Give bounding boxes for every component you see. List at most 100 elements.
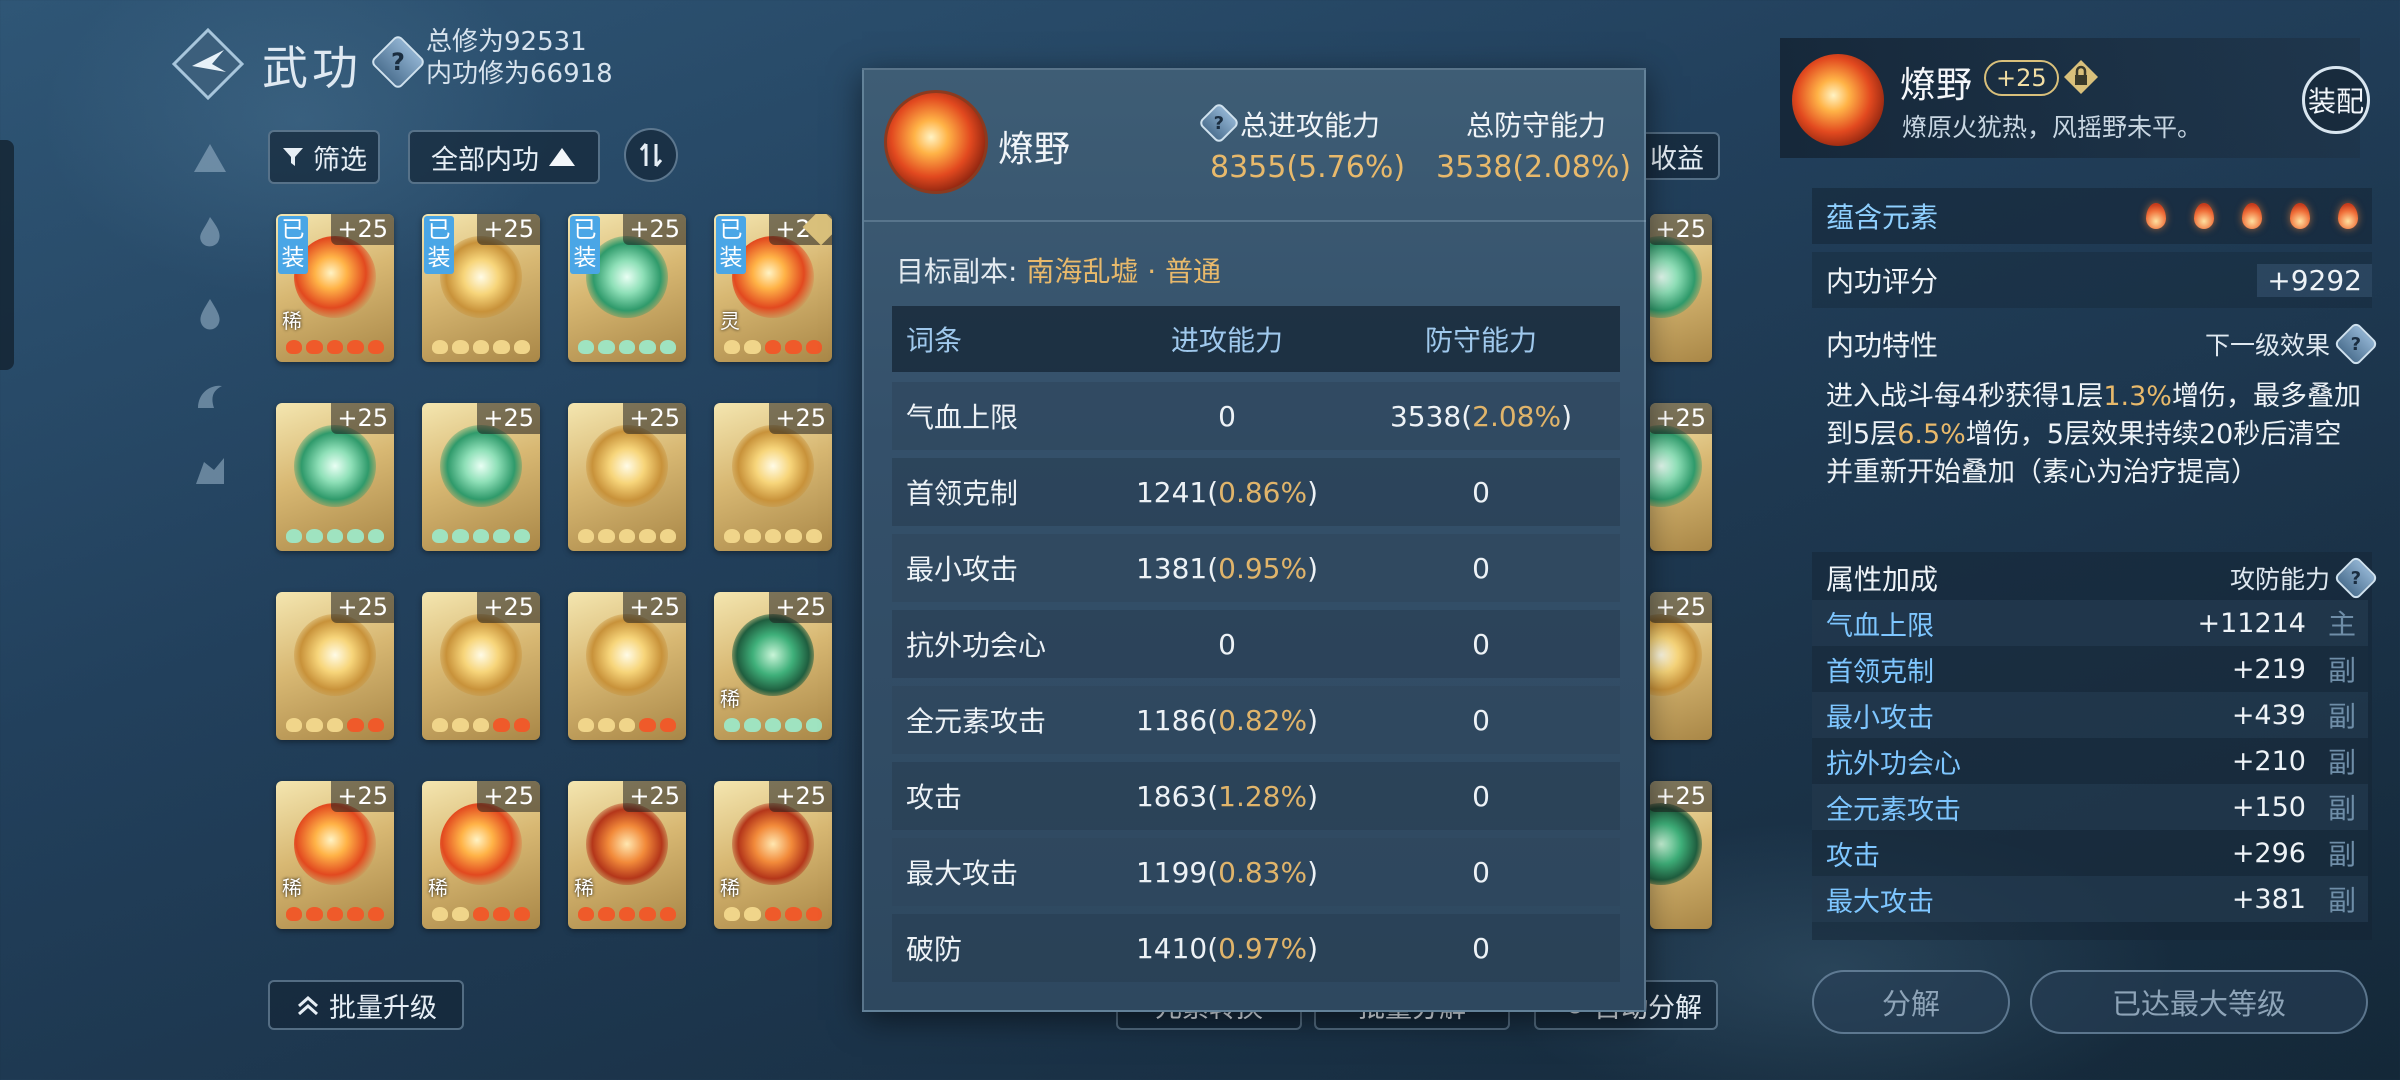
rarity-tag: 稀 bbox=[720, 687, 740, 711]
element-dot bbox=[367, 340, 385, 354]
attribute-type-tag: 主 bbox=[2327, 608, 2356, 641]
defense-value: 0 bbox=[1472, 703, 1490, 737]
element-dot bbox=[744, 529, 761, 543]
element-dot bbox=[326, 907, 344, 921]
card-face: +25 bbox=[276, 592, 394, 740]
percent: 0.95% bbox=[1218, 551, 1308, 585]
element-dot bbox=[452, 529, 469, 543]
card-level: +25 bbox=[331, 781, 394, 812]
col-attack-header: 进攻能力 bbox=[1170, 324, 1283, 357]
element-dot bbox=[472, 718, 490, 732]
inner-skill-card[interactable]: +25 bbox=[276, 403, 394, 551]
sort-arrows-icon bbox=[639, 143, 663, 167]
card-face: +25 稀 bbox=[714, 592, 832, 740]
inner-skill-card[interactable]: +25 bbox=[422, 403, 540, 551]
filter-button[interactable]: 筛选 bbox=[268, 130, 380, 184]
card-level: +25 bbox=[331, 214, 394, 245]
stat-row: 最小攻击 1381(0.95%) 0 bbox=[892, 534, 1620, 602]
inner-skill-card[interactable]: +25 稀 bbox=[422, 781, 540, 929]
inner-skill-card[interactable]: +25 bbox=[1650, 403, 1712, 551]
element-dot bbox=[513, 340, 531, 354]
attribute-value: +439 bbox=[2231, 699, 2306, 731]
score-label: 内功评分 bbox=[1826, 265, 1939, 298]
element-dot bbox=[578, 907, 595, 921]
trait-label: 内功特性 bbox=[1826, 329, 1939, 362]
percent: 0.82% bbox=[1218, 703, 1308, 737]
element-dot bbox=[805, 529, 823, 543]
attribute-value: +210 bbox=[2231, 745, 2306, 777]
max-level-label: 已达最大等级 bbox=[2111, 987, 2286, 1021]
attribute-value: +150 bbox=[2231, 791, 2306, 823]
element-dots bbox=[286, 907, 385, 921]
card-level: +25 bbox=[769, 592, 832, 623]
attribute-type-tag: 副 bbox=[2327, 792, 2356, 825]
earth-element-icon[interactable] bbox=[192, 452, 228, 488]
card-level: +25 bbox=[769, 781, 832, 812]
inner-skill-card[interactable]: +25 bbox=[1650, 592, 1712, 740]
fire-element-icon[interactable] bbox=[192, 214, 228, 250]
element-dot bbox=[472, 907, 490, 921]
inner-skill-card[interactable]: +25 稀 bbox=[714, 781, 832, 929]
element-dots bbox=[432, 340, 531, 354]
target-label: 目标副本: bbox=[896, 255, 1018, 288]
target-value: 南海乱墟 · 普通 bbox=[1026, 255, 1222, 288]
element-dot bbox=[306, 718, 323, 732]
category-dropdown[interactable]: 全部内功 bbox=[408, 130, 600, 184]
equip-button[interactable]: 装配 bbox=[2302, 66, 2370, 134]
left-edge-tab[interactable] bbox=[0, 140, 14, 370]
element-dots bbox=[578, 718, 677, 732]
element-dot bbox=[367, 907, 385, 921]
attribute-value: +381 bbox=[2231, 883, 2306, 915]
all-elements-icon[interactable] bbox=[192, 140, 228, 176]
inner-skill-card[interactable]: +25 bbox=[422, 592, 540, 740]
inner-skill-card[interactable]: +25 稀 bbox=[568, 781, 686, 929]
batch-upgrade-button[interactable]: 批量升级 bbox=[268, 980, 464, 1030]
card-level: +25 bbox=[477, 781, 540, 812]
category-label: 全部内功 bbox=[431, 144, 539, 176]
element-dot bbox=[598, 907, 615, 921]
rarity-tag: 稀 bbox=[282, 309, 302, 333]
inner-skill-card[interactable]: +25 bbox=[568, 592, 686, 740]
attribute-help-icon[interactable]: ? bbox=[2333, 555, 2379, 601]
water-element-icon[interactable] bbox=[192, 296, 228, 332]
decompose-button[interactable]: 分解 bbox=[1812, 970, 2010, 1034]
inner-skill-card[interactable]: +25 已装 bbox=[422, 214, 540, 362]
card-face: +25 已装 bbox=[568, 214, 686, 362]
inner-skill-card[interactable]: +25 稀 bbox=[714, 592, 832, 740]
element-dot bbox=[598, 340, 615, 354]
element-dot bbox=[513, 907, 531, 921]
popup-help-icon[interactable]: ? bbox=[1197, 101, 1241, 145]
inner-skill-card[interactable]: +25 bbox=[568, 403, 686, 551]
gold-skill-icon bbox=[440, 614, 522, 696]
batch-upgrade-label: 批量升级 bbox=[329, 992, 437, 1024]
element-dots bbox=[578, 907, 677, 921]
inner-skill-card[interactable]: +25 已装灵 bbox=[714, 214, 832, 362]
jade-skill-icon bbox=[1650, 803, 1702, 885]
element-dot bbox=[286, 529, 303, 543]
lock-icon[interactable] bbox=[2062, 58, 2100, 96]
inner-skill-card[interactable]: +25 稀 bbox=[276, 781, 394, 929]
element-dot bbox=[347, 718, 364, 732]
element-dot bbox=[578, 529, 595, 543]
inner-skill-card[interactable]: +25 bbox=[1650, 214, 1712, 362]
inner-skill-card[interactable]: +25 已装 bbox=[568, 214, 686, 362]
sort-toggle-button[interactable] bbox=[624, 128, 678, 182]
fire-element-icon bbox=[2194, 203, 2214, 229]
element-dot bbox=[744, 340, 761, 354]
item-description: 燎原火犹热，风摇野未平。 bbox=[1902, 113, 2203, 142]
attack-defense-label: 攻防能力 bbox=[2229, 565, 2330, 594]
inner-skill-card[interactable]: +25 bbox=[1650, 781, 1712, 929]
inner-skill-card[interactable]: +25 bbox=[276, 592, 394, 740]
inner-skill-card[interactable]: +25 bbox=[714, 403, 832, 551]
attribute-name: 气血上限 bbox=[1826, 610, 1934, 642]
stat-name: 最大攻击 bbox=[906, 857, 1019, 890]
next-level-link[interactable]: 下一级效果 ? bbox=[2205, 321, 2379, 367]
fire-skill-icon bbox=[440, 803, 522, 885]
wind-element-icon[interactable] bbox=[192, 378, 228, 414]
stat-name: 首领克制 bbox=[906, 477, 1019, 510]
defense-value: 3538(2.08%) bbox=[1389, 399, 1573, 433]
inner-skill-card[interactable]: +25 已装稀 bbox=[276, 214, 394, 362]
element-dot bbox=[639, 340, 656, 354]
next-level-help-icon[interactable]: ? bbox=[2333, 321, 2379, 367]
decompose-label: 分解 bbox=[1881, 987, 1940, 1021]
